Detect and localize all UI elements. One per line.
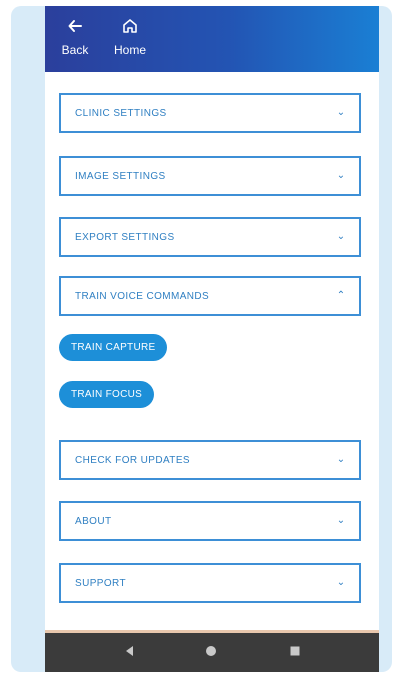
section-label: CHECK FOR UPDATES: [75, 455, 190, 466]
chevron-down-icon: ⌄: [336, 107, 346, 118]
section-label: IMAGE SETTINGS: [75, 171, 166, 182]
system-navigation-bar: [45, 630, 379, 672]
square-recent-icon[interactable]: [285, 643, 305, 663]
section-label: SUPPORT: [75, 578, 126, 589]
home-icon: [107, 18, 153, 38]
chevron-down-icon: ⌄: [336, 515, 346, 526]
clinic-settings-section[interactable]: CLINIC SETTINGS ⌄: [59, 93, 361, 133]
chevron-down-icon: ⌄: [336, 577, 346, 588]
chevron-down-icon: ⌄: [336, 231, 346, 242]
train-voice-commands-section[interactable]: TRAIN VOICE COMMANDS ⌃: [59, 276, 361, 316]
phone-screen: Back Home CLINIC SETTINGS ⌄ IMAGE SETTIN…: [45, 6, 379, 672]
back-label: Back: [61, 43, 89, 57]
section-label: CLINIC SETTINGS: [75, 108, 167, 119]
train-focus-button[interactable]: TRAIN FOCUS: [59, 381, 155, 408]
triangle-back-icon[interactable]: [120, 643, 140, 663]
arrow-left-icon: [58, 18, 92, 38]
back-button[interactable]: Back: [58, 18, 92, 57]
app-header: Back Home: [45, 6, 379, 72]
section-label: EXPORT SETTINGS: [75, 232, 175, 243]
home-button[interactable]: Home: [107, 18, 153, 57]
image-settings-section[interactable]: IMAGE SETTINGS ⌄: [59, 156, 361, 196]
support-section[interactable]: SUPPORT ⌄: [59, 563, 361, 603]
chevron-up-icon: ⌃: [336, 290, 346, 301]
circle-home-icon[interactable]: [201, 643, 221, 663]
chevron-down-icon: ⌄: [336, 454, 346, 465]
home-label: Home: [113, 43, 146, 57]
export-settings-section[interactable]: EXPORT SETTINGS ⌄: [59, 217, 361, 257]
train-capture-button[interactable]: TRAIN CAPTURE: [59, 334, 168, 361]
chevron-down-icon: ⌄: [336, 170, 346, 181]
about-section[interactable]: ABOUT ⌄: [59, 501, 361, 541]
check-for-updates-section[interactable]: CHECK FOR UPDATES ⌄: [59, 440, 361, 480]
section-label: TRAIN VOICE COMMANDS: [75, 291, 210, 302]
section-label: ABOUT: [75, 516, 112, 527]
